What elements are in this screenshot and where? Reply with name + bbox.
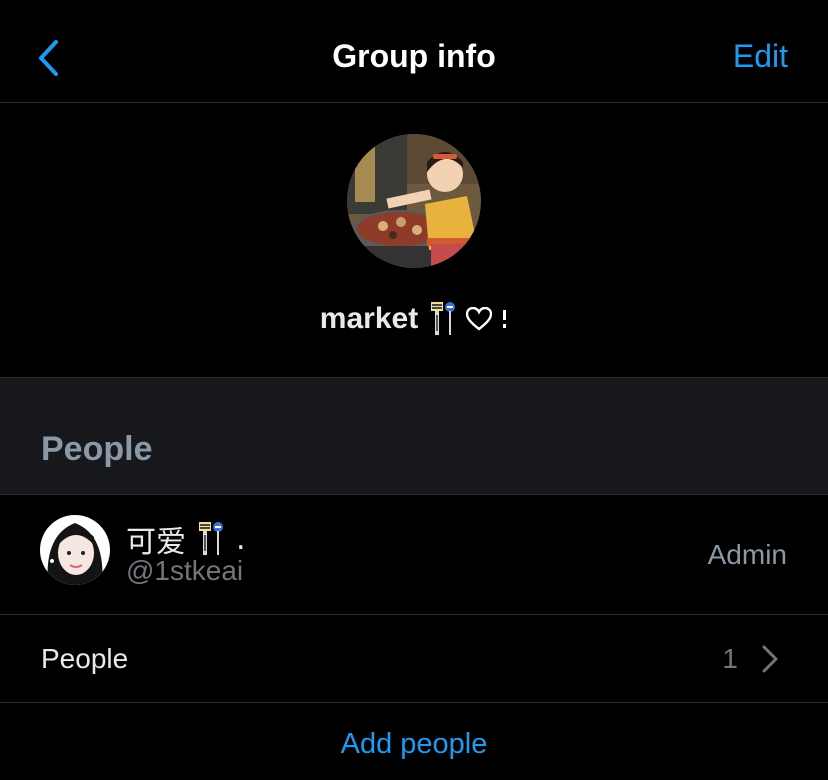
white-heart-icon [466, 307, 493, 331]
member-row[interactable]: 可爱 . @1stkeai Admin [0, 495, 828, 615]
member-name-suffix: . [236, 521, 246, 557]
group-avatar[interactable] [347, 134, 481, 268]
group-name-emojis [430, 301, 508, 337]
group-hero: market [0, 103, 828, 377]
member-handle: @1stkeai [126, 555, 244, 586]
people-count: 1 [722, 643, 738, 674]
group-avatar-image [347, 134, 481, 268]
bus-stop-icon [431, 302, 456, 335]
page-title: Group info [332, 38, 496, 74]
sparkle-icon [503, 310, 507, 328]
people-row[interactable]: People 1 [0, 615, 828, 703]
group-name-text: market [319, 302, 419, 335]
member-avatar-image [40, 515, 110, 585]
people-label: People [41, 643, 129, 674]
avatar[interactable] [40, 515, 110, 585]
bus-stop-icon [199, 522, 223, 555]
group-name: market [0, 301, 828, 337]
section-title: People [41, 430, 153, 468]
chevron-right-icon [762, 645, 778, 673]
group-info-screen: Group info Edit market People 可爱 . @1stk… [0, 0, 828, 780]
edit-button[interactable]: Edit [733, 38, 788, 75]
nav-header: Group info Edit [0, 0, 828, 103]
people-section-header: People [0, 377, 828, 495]
member-role: Admin [707, 539, 787, 570]
add-people-button[interactable]: Add people [0, 728, 828, 761]
